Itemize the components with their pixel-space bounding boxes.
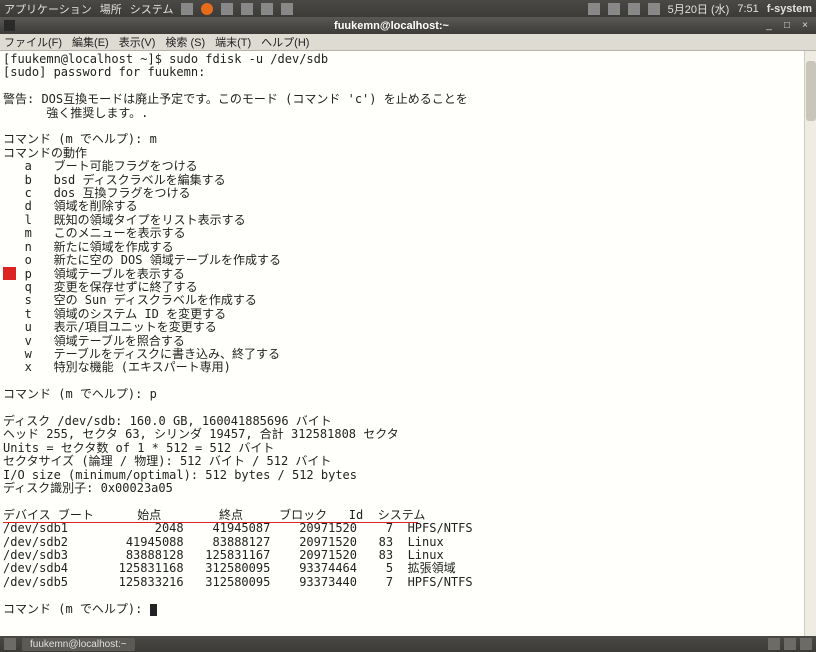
terminal-cursor xyxy=(150,604,157,616)
scrollbar-thumb[interactable] xyxy=(806,61,816,121)
highlight-sdb1-row xyxy=(3,522,418,523)
tray-icon[interactable] xyxy=(608,3,620,15)
menu-search[interactable]: 検索 (S) xyxy=(165,34,205,50)
user-menu[interactable]: f-system xyxy=(767,3,812,15)
volume-icon[interactable] xyxy=(628,3,640,15)
workspace-switcher-2[interactable] xyxy=(784,638,796,650)
window-title: fuukemn@localhost:~ xyxy=(21,20,762,32)
top-panel: アプリケーション 場所 システム 5月20日 (水) 7:51 f-system xyxy=(0,0,816,17)
show-desktop-icon[interactable] xyxy=(4,638,16,650)
taskbar-item-terminal[interactable]: fuukemn@localhost:~ xyxy=(22,638,135,651)
terminal-viewport[interactable]: [fuukemn@localhost ~]$ sudo fdisk -u /de… xyxy=(0,51,816,636)
launcher-icon[interactable] xyxy=(181,3,193,15)
trash-icon[interactable] xyxy=(800,638,812,650)
network-icon[interactable] xyxy=(648,3,660,15)
close-button[interactable]: × xyxy=(798,20,812,32)
clock-time[interactable]: 7:51 xyxy=(737,3,758,15)
menu-help[interactable]: ヘルプ(H) xyxy=(261,34,309,50)
bottom-panel: fuukemn@localhost:~ xyxy=(0,636,816,652)
workspace-switcher-1[interactable] xyxy=(768,638,780,650)
terminal-menubar: ファイル(F) 編集(E) 表示(V) 検索 (S) 端末(T) ヘルプ(H) xyxy=(0,34,816,51)
minimize-button[interactable]: _ xyxy=(762,20,776,32)
places-menu[interactable]: 場所 xyxy=(100,1,122,17)
launcher-icon[interactable] xyxy=(281,3,293,15)
launcher-icon[interactable] xyxy=(261,3,273,15)
applications-menu[interactable]: アプリケーション xyxy=(4,1,92,17)
terminal-output: [fuukemn@localhost ~]$ sudo fdisk -u /de… xyxy=(0,51,816,618)
vertical-scrollbar[interactable] xyxy=(804,51,816,636)
menu-edit[interactable]: 編集(E) xyxy=(72,34,109,50)
launcher-icon[interactable] xyxy=(221,3,233,15)
menu-terminal[interactable]: 端末(T) xyxy=(215,34,251,50)
menu-file[interactable]: ファイル(F) xyxy=(4,34,62,50)
firefox-icon[interactable] xyxy=(201,3,213,15)
tray-icon[interactable] xyxy=(588,3,600,15)
clock-date[interactable]: 5月20日 (水) xyxy=(668,1,730,17)
launcher-icon[interactable] xyxy=(241,3,253,15)
menu-view[interactable]: 表示(V) xyxy=(119,34,156,50)
window-titlebar[interactable]: fuukemn@localhost:~ _ □ × xyxy=(0,17,816,34)
maximize-button[interactable]: □ xyxy=(780,20,794,32)
system-menu[interactable]: システム xyxy=(130,1,174,17)
terminal-icon xyxy=(4,20,15,31)
